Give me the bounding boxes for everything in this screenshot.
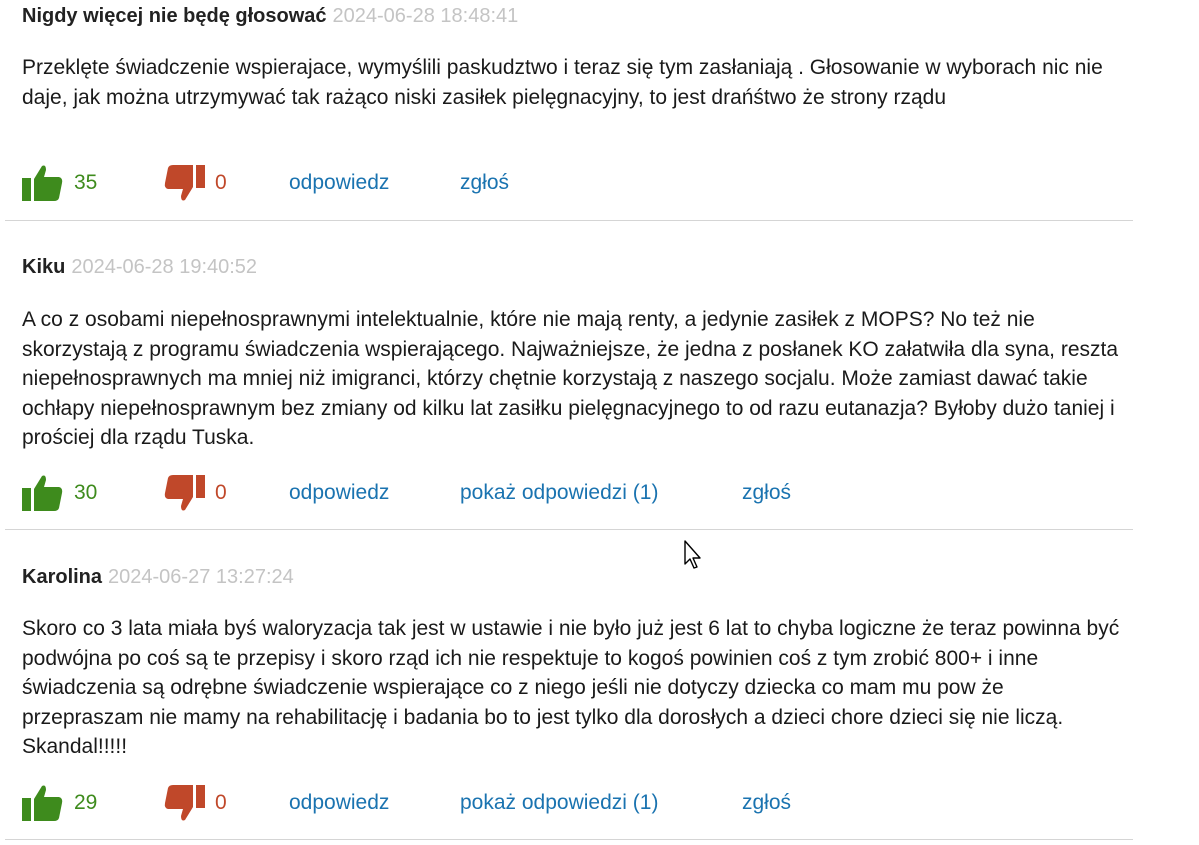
dislike-count: 0 (215, 791, 227, 814)
comment-date: 2024-06-28 19:40:52 (71, 256, 258, 278)
comment-text: Skoro co 3 lata miała byś waloryzacja ta… (22, 617, 1120, 758)
like-button[interactable]: 29 (22, 783, 97, 823)
comment-actions: 35 0 odpowiedz zgłoś (22, 163, 1122, 203)
thumbs-down-icon (164, 785, 205, 821)
comment: Kiku 2024-06-28 19:40:52 A co z osobami n… (0, 221, 1133, 530)
comment-header: Nigdy więcej nie będę głosować 2024-06-28… (22, 4, 518, 28)
comment-author: Karolina (22, 566, 103, 588)
comment-actions: 29 0 odpowiedz pokaż odpowiedzi (1) zgło… (22, 783, 1122, 823)
comment: Karolina 2024-06-27 13:27:24 Skoro co 3 l… (0, 530, 1133, 839)
comment-header: Karolina 2024-06-27 13:27:24 (22, 565, 294, 589)
report-link[interactable]: zgłoś (742, 473, 791, 513)
comment-divider (5, 839, 1133, 840)
like-count: 30 (74, 481, 98, 504)
thumbs-up-icon (22, 475, 63, 511)
like-button[interactable]: 30 (22, 473, 97, 513)
like-count: 29 (74, 791, 98, 814)
comment-actions: 30 0 odpowiedz pokaż odpowiedzi (1) zgło… (22, 473, 1122, 513)
dislike-count: 0 (215, 171, 227, 194)
report-link[interactable]: zgłoś (460, 163, 509, 203)
dislike-button[interactable]: 0 (163, 783, 227, 823)
reply-link[interactable]: odpowiedz (289, 163, 389, 203)
comment-date: 2024-06-27 13:27:24 (108, 566, 294, 588)
dislike-count: 0 (215, 481, 227, 504)
thumbs-down-icon (164, 165, 205, 201)
show-replies-link[interactable]: pokaż odpowiedzi (1) (460, 783, 658, 823)
comment-date: 2024-06-28 18:48:41 (332, 5, 519, 27)
comment-text: A co z osobami niepełnosprawnymi intelek… (22, 308, 1119, 449)
like-button[interactable]: 35 (22, 163, 97, 203)
thumbs-up-icon (22, 785, 63, 821)
comment-text: Przeklęte świadczenie wspierajace, wymyś… (22, 56, 1103, 109)
comment-author: Nigdy więcej nie będę głosować (22, 5, 327, 27)
dislike-button[interactable]: 0 (163, 473, 227, 513)
mouse-cursor-icon (684, 540, 701, 569)
comments-page: Nigdy więcej nie będę głosować 2024-06-28… (0, 0, 1199, 845)
report-link[interactable]: zgłoś (742, 783, 791, 823)
thumbs-up-icon (22, 165, 63, 201)
reply-link[interactable]: odpowiedz (289, 783, 389, 823)
reply-link[interactable]: odpowiedz (289, 473, 389, 513)
comment-header: Kiku 2024-06-28 19:40:52 (22, 255, 257, 279)
comment: Nigdy więcej nie będę głosować 2024-06-28… (0, 0, 1133, 220)
comment-author: Kiku (22, 256, 66, 278)
thumbs-down-icon (164, 475, 205, 511)
dislike-button[interactable]: 0 (163, 163, 227, 203)
like-count: 35 (74, 171, 98, 194)
show-replies-link[interactable]: pokaż odpowiedzi (1) (460, 473, 658, 513)
